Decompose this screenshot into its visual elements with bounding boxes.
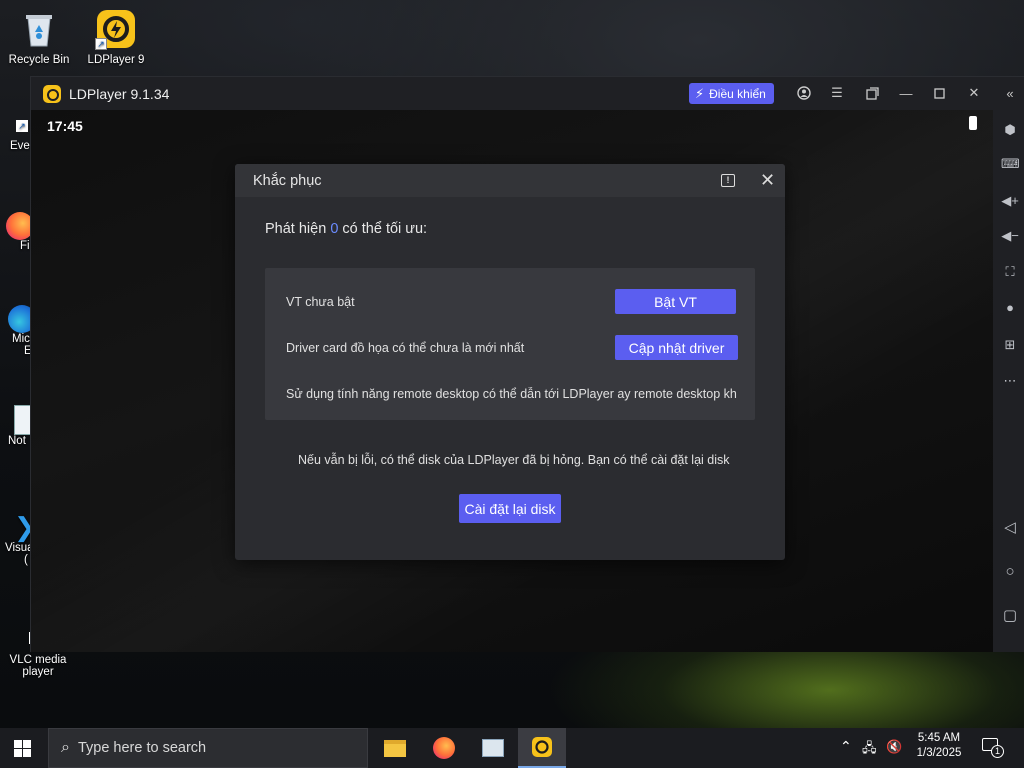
taskbar-firefox[interactable] — [420, 728, 468, 768]
desktop-icon-recycle-bin[interactable]: Recycle Bin — [1, 8, 77, 66]
volume-muted-icon[interactable]: 🔇 — [886, 739, 902, 755]
edge-icon — [8, 305, 30, 333]
desktop-icon-partial[interactable]: ↗ Eve — [0, 120, 30, 152]
info-icon[interactable]: ! — [721, 174, 735, 187]
taskbar-time: 5:45 AM — [917, 732, 961, 744]
desktop-icon-label: player — [22, 666, 54, 678]
settings-hex-icon[interactable]: ⬢ — [1001, 123, 1019, 137]
taskbar-search-input[interactable]: ⌕ Type here to search — [48, 728, 368, 768]
volume-down-icon[interactable]: ◀− — [1001, 229, 1019, 243]
dialog-header: Khắc phục ! ✕ — [235, 164, 785, 197]
taskbar: ⌕ Type here to search ⌃ 🖧 🔇 5:45 AM 1/3/… — [0, 728, 1024, 768]
install-apk-icon[interactable]: ⊞ — [1001, 338, 1019, 352]
lightning-icon: ⚡ — [695, 85, 705, 101]
notification-center-icon[interactable]: 1 — [982, 738, 1004, 758]
issue-remote-desktop: Sử dụng tính năng remote desktop có thể … — [286, 387, 737, 401]
update-driver-button[interactable]: Cập nhật driver — [615, 335, 738, 360]
desktop-icon-label: LDPlayer 9 — [87, 54, 145, 66]
desktop-icon-label: Recycle Bin — [8, 54, 70, 66]
account-icon[interactable] — [795, 84, 813, 102]
issue-driver: Driver card đồ họa có thể chưa là mới nh… — [286, 341, 525, 355]
ldplayer-side-toolbar: ⬢ ⌨ ◀+ ◀− ⛶ ● ⊞ ⋯ ◁ ○ ▢ — [993, 110, 1024, 652]
desktop-icon-label: ( — [24, 554, 28, 566]
desktop-icon-ldplayer[interactable]: ↗ LDPlayer 9 — [78, 8, 154, 66]
desktop-icon-label: Fi — [20, 240, 30, 252]
issue-vt: VT chưa bật — [286, 295, 355, 309]
battery-icon — [969, 116, 977, 130]
home-icon[interactable]: ○ — [1001, 564, 1019, 579]
shortcut-arrow-icon: ↗ — [95, 38, 107, 50]
ldplayer-icon — [532, 737, 552, 757]
desktop-icon-partial[interactable]: Mic E — [0, 305, 30, 357]
ldplayer-logo-icon — [43, 84, 61, 103]
desktop-icon-partial[interactable]: ❯ Visua ( — [0, 512, 30, 566]
taskbar-file-explorer[interactable] — [371, 728, 419, 768]
desktop-icon-partial[interactable]: Not — [0, 405, 30, 447]
search-placeholder: Type here to search — [77, 740, 207, 756]
fix-dialog: Khắc phục ! ✕ Phát hiện 0 có thể tối ưu:… — [235, 164, 785, 560]
android-clock: 17:45 — [47, 118, 83, 134]
taskbar-date: 1/3/2025 — [916, 747, 962, 759]
minimize-icon[interactable]: — — [897, 84, 915, 102]
show-hidden-icons-icon[interactable]: ⌃ — [840, 738, 852, 755]
detect-prefix: Phát hiện — [265, 221, 331, 237]
ldplayer-titlebar[interactable]: LDPlayer 9.1.34 ⚡ Điều khiển ☰ — ✕ « — [31, 77, 1024, 110]
issues-list: VT chưa bật Bật VT Driver card đồ họa có… — [265, 268, 755, 420]
notepad-icon — [14, 405, 30, 435]
detect-summary: Phát hiện 0 có thể tối ưu: — [265, 221, 427, 237]
multi-window-icon[interactable] — [863, 84, 881, 102]
taskbar-clock[interactable]: 5:45 AM 1/3/2025 — [910, 732, 968, 759]
taskbar-control-panel[interactable] — [469, 728, 517, 768]
detect-suffix: có thể tối ưu: — [338, 221, 428, 237]
dialog-close-icon[interactable]: ✕ — [760, 170, 775, 190]
taskbar-ldplayer[interactable] — [518, 728, 566, 768]
window-title: LDPlayer 9.1.34 — [69, 85, 170, 102]
more-icon[interactable]: ⋯ — [1001, 374, 1019, 388]
back-icon[interactable]: ◁ — [1001, 520, 1019, 535]
control-button[interactable]: ⚡ Điều khiển — [689, 83, 774, 104]
desktop-icon-partial[interactable]: Fi — [0, 212, 30, 252]
dialog-title: Khắc phục — [253, 172, 322, 189]
menu-icon[interactable]: ☰ — [828, 84, 846, 102]
enable-vt-button[interactable]: Bật VT — [615, 289, 736, 314]
shortcut-arrow-icon: ↗ — [16, 120, 28, 132]
recycle-bin-icon — [18, 8, 60, 50]
reinstall-note: Nếu vẫn bị lỗi, có thể disk của LDPlayer… — [298, 453, 730, 467]
close-icon[interactable]: ✕ — [965, 84, 983, 102]
record-icon[interactable]: ● — [1001, 301, 1019, 315]
ldplayer-icon: ↗ — [95, 8, 137, 50]
firefox-icon — [433, 737, 455, 759]
desktop-icon-label: Not — [8, 435, 26, 447]
volume-up-icon[interactable]: ◀+ — [1001, 194, 1019, 208]
desktop-icon-label: Mic — [12, 333, 30, 345]
screenshot-icon[interactable]: ⛶ — [1001, 265, 1019, 279]
windows-start-icon[interactable] — [14, 740, 32, 758]
control-button-label: Điều khiển — [709, 86, 766, 101]
recents-icon[interactable]: ▢ — [1001, 608, 1019, 623]
control-panel-icon — [482, 739, 504, 757]
desktop-icon-label: E — [24, 345, 30, 357]
search-icon: ⌕ — [61, 739, 70, 756]
keyboard-icon[interactable]: ⌨ — [1001, 157, 1020, 171]
maximize-icon[interactable] — [930, 84, 948, 102]
reinstall-disk-button[interactable]: Cài đặt lại disk — [459, 494, 561, 523]
desktop-icon-label: Eve — [10, 140, 30, 152]
notification-count-badge: 1 — [991, 745, 1004, 758]
desktop-icon-label: Visua — [5, 542, 30, 554]
desktop-icon-label: VLC media — [9, 654, 67, 666]
folder-icon — [384, 739, 406, 757]
collapse-sidebar-icon[interactable]: « — [1001, 84, 1019, 102]
vscode-icon: ❯ — [14, 512, 30, 542]
network-icon[interactable]: 🖧 — [862, 739, 877, 761]
firefox-icon — [6, 212, 30, 240]
